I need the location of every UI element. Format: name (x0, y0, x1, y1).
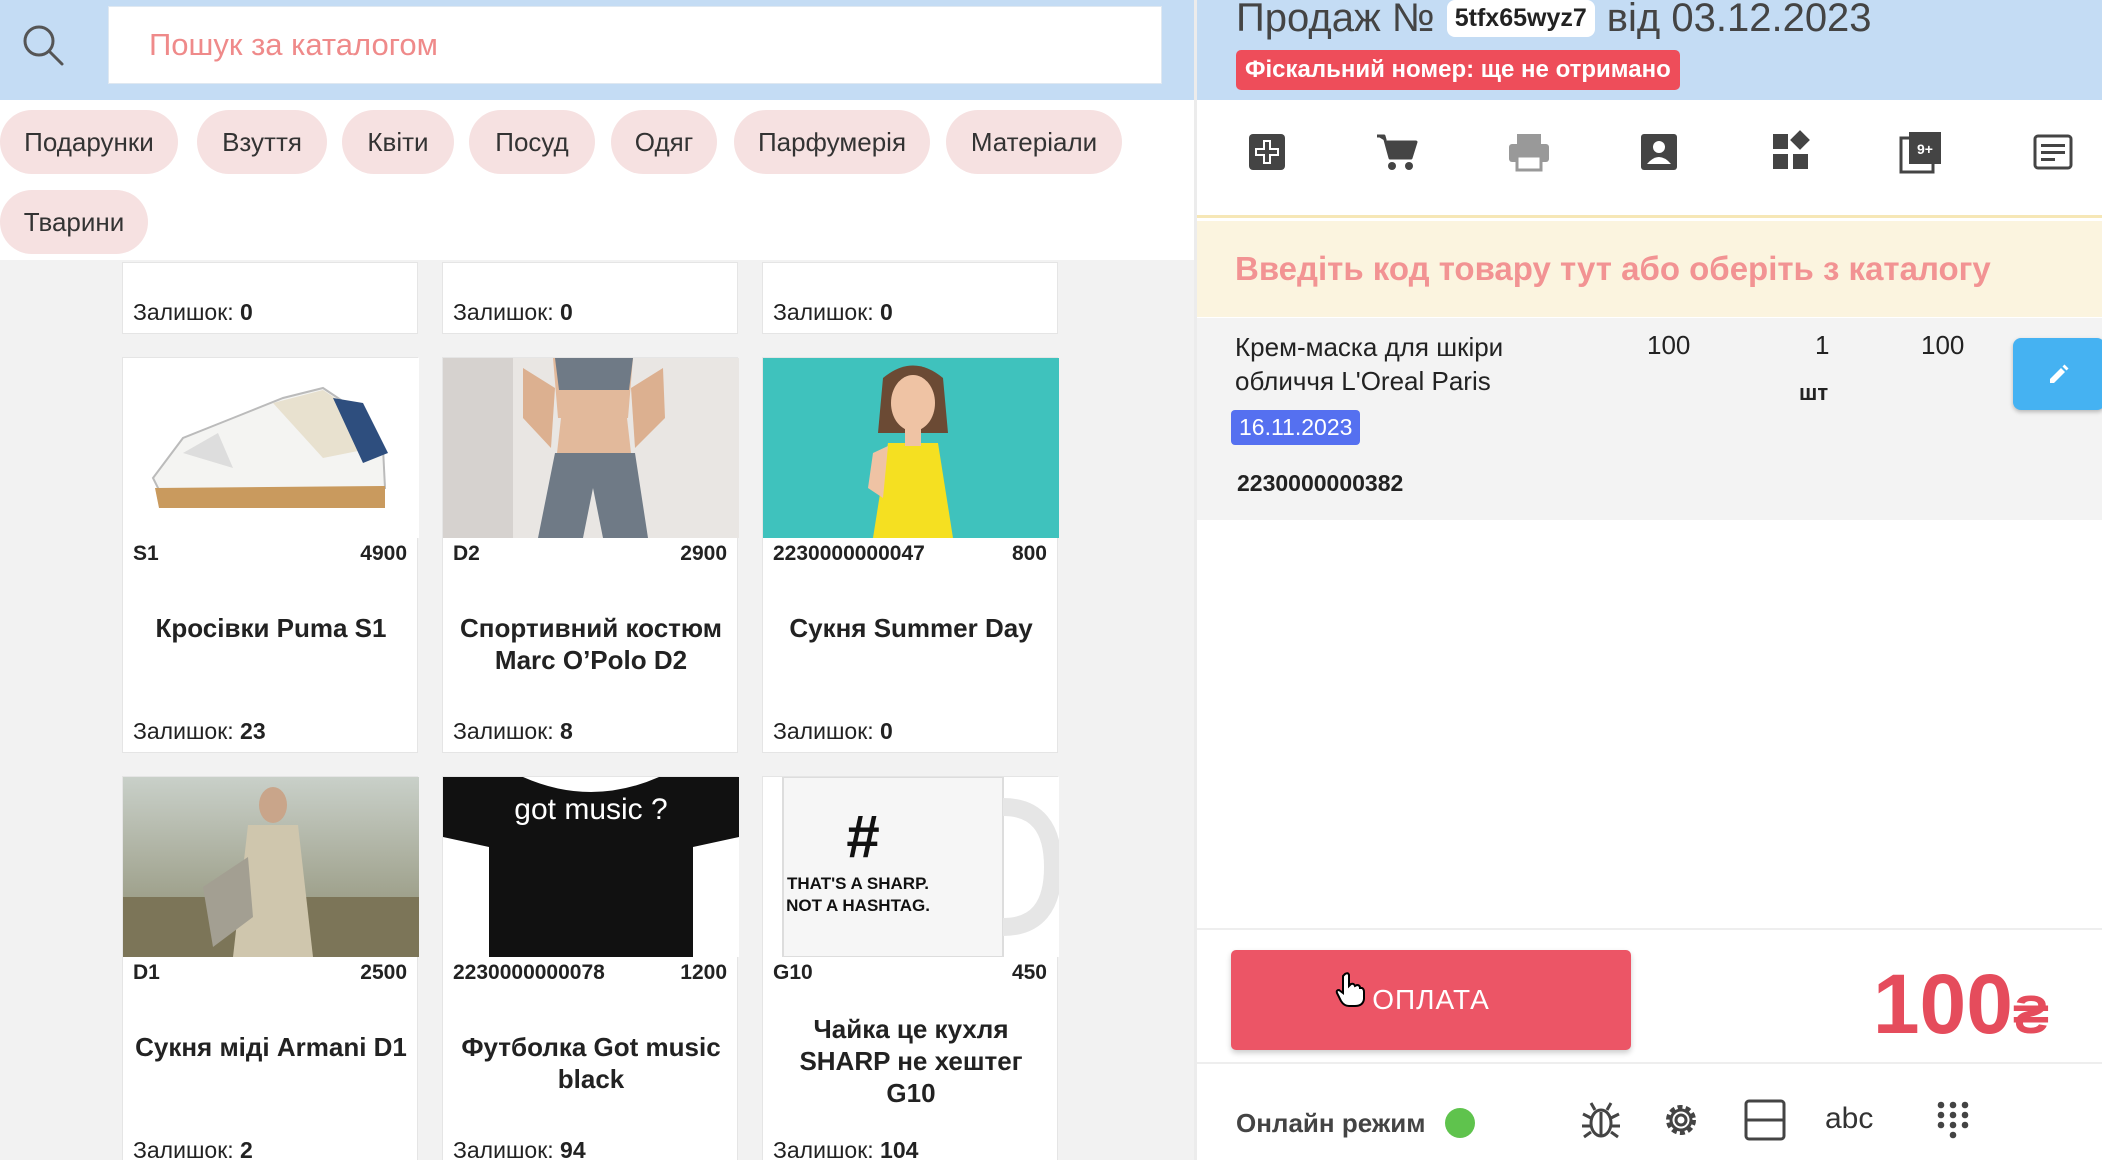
product-code: D2 (453, 542, 480, 565)
stock-text: Залишок: 8 (453, 718, 573, 744)
keypad-icon[interactable] (1931, 1098, 1975, 1142)
product-image-tshirt: got music ? (443, 777, 739, 957)
stock-text: Залишок: 0 (773, 718, 893, 744)
product-name: Кросівки Puma S1 (155, 613, 387, 643)
settings-icon[interactable] (1659, 1098, 1703, 1142)
product-price: 2900 (680, 542, 727, 565)
tshirt-print: got music ? (514, 793, 667, 826)
product-name: Чайка це кухля SHARP не хештег G10 (799, 1014, 1023, 1108)
contact-icon[interactable] (1637, 130, 1681, 174)
medical-box-icon[interactable] (1245, 130, 1289, 174)
cart-item-barcode: 2230000000382 (1237, 470, 1404, 496)
category-chip-shoes[interactable]: Взуття (197, 110, 327, 174)
product-image-summer-dress (763, 358, 1059, 538)
product-card[interactable]: S1 4900 Кросівки Puma S1 Залишок: 23 (122, 357, 419, 753)
product-price: 1200 (680, 961, 727, 984)
product-image-mug: # THAT'S A SHARP. NOT A HASHTAG. (763, 777, 1059, 957)
abc-icon[interactable]: abc (1825, 1102, 1873, 1136)
product-code: G10 (773, 961, 813, 984)
product-image-sport-suit (443, 358, 739, 538)
stock-text: Залишок: 0 (133, 299, 253, 325)
stock-text: Залишок: 0 (773, 299, 893, 325)
cart-item-qty: 1 (1815, 330, 1830, 360)
product-image-sneakers (123, 358, 419, 538)
product-card[interactable]: D2 2900 Спортивний костюм Marc O’Polo D2… (442, 357, 739, 753)
pay-button-label: ОПЛАТА (1372, 984, 1490, 1015)
cart-item-sum: 100 (1921, 330, 1965, 360)
sale-title: Продаж № 5tfx65wyz7 від 03.12.2023 (1236, 0, 1872, 41)
sale-panel: Продаж № 5tfx65wyz7 від 03.12.2023 Фіска… (1194, 0, 2102, 1160)
stock-text: Залишок: 104 (773, 1137, 919, 1160)
total-amount: 100₴ (1872, 957, 2049, 1051)
product-card[interactable]: # THAT'S A SHARP. NOT A HASHTAG. G10 450… (762, 776, 1059, 1160)
stock-text: Залишок: 23 (133, 718, 266, 744)
pencil-icon (2050, 364, 2069, 383)
category-chip-flowers[interactable]: Квіти (342, 110, 454, 174)
cart-icon[interactable] (1375, 130, 1419, 174)
product-name: Сукня Summer Day (789, 613, 1033, 643)
product-card[interactable]: Залишок: 0 (442, 262, 738, 334)
bug-icon[interactable] (1579, 1098, 1623, 1142)
product-card[interactable]: D1 2500 Сукня міді Armani D1 Залишок: 2 (122, 776, 419, 1160)
mug-line1: THAT'S A SHARP. (787, 874, 929, 893)
status-bar: Онлайн режим abc (1197, 1062, 2102, 1160)
search-bar: Пошук за каталогом (0, 0, 1194, 100)
product-card[interactable]: 2230000000047 800 Сукня Summer Day Залиш… (762, 357, 1059, 753)
pay-button[interactable]: ОПЛАТА (1231, 950, 1631, 1050)
hand-cursor-icon (1335, 972, 1365, 1007)
mug-line2: NOT A HASHTAG. (786, 896, 930, 915)
product-card[interactable]: Залишок: 0 (122, 262, 418, 334)
sale-date: від 03.12.2023 (1606, 0, 1872, 40)
gallery-icon[interactable]: 9+ (1899, 130, 1943, 174)
product-price: 450 (1011, 961, 1047, 984)
edit-item-button[interactable] (2013, 338, 2102, 410)
product-card[interactable]: got music ? 2230000000078 1200 Футболка … (442, 776, 739, 1160)
online-mode-label: Онлайн режим (1236, 1108, 1426, 1138)
widgets-icon[interactable] (1769, 130, 1813, 174)
cart-item-price: 100 (1647, 330, 1691, 360)
product-code: 2230000000047 (773, 542, 925, 565)
category-chip-dishes[interactable]: Посуд (469, 110, 595, 174)
layout-icon[interactable] (1743, 1098, 1787, 1142)
cart-item-row[interactable]: Крем-маска для шкіри обличчя L'Oreal Par… (1197, 318, 2102, 520)
catalog-panel: Пошук за каталогом Подарунки Взуття Квіт… (0, 0, 1194, 1160)
receipt-icon[interactable] (2031, 130, 2075, 174)
product-code-input[interactable]: Введіть код товару тут або оберіть з кат… (1197, 221, 2102, 317)
product-price: 4900 (360, 542, 407, 565)
product-price: 800 (1011, 542, 1047, 565)
printer-icon[interactable] (1507, 130, 1551, 174)
category-chip-animals[interactable]: Тварини (0, 190, 148, 254)
sale-id: 5tfx65wyz7 (1446, 0, 1595, 37)
category-chip-gifts[interactable]: Подарунки (0, 110, 178, 174)
stock-text: Залишок: 0 (453, 299, 573, 325)
sale-toolbar: 9+ (1197, 100, 2102, 218)
stock-text: Залишок: 2 (133, 1137, 253, 1160)
cart-item-date-badge: 16.11.2023 (1231, 410, 1361, 445)
svg-text:9+: 9+ (1917, 141, 1933, 157)
fiscal-status-badge: Фіскальний номер: ще не отримано (1236, 50, 1680, 90)
category-chip-materials[interactable]: Матеріали (946, 110, 1122, 174)
category-chip-clothes[interactable]: Одяг (611, 110, 717, 174)
product-code: 2230000000078 (453, 961, 605, 984)
category-chips: Подарунки Взуття Квіти Посуд Одяг Парфум… (0, 100, 1194, 260)
sale-header: Продаж № 5tfx65wyz7 від 03.12.2023 Фіска… (1197, 0, 2102, 100)
online-status-indicator (1445, 1108, 1475, 1138)
cart-item-name: Крем-маска для шкіри обличчя L'Oreal Par… (1235, 332, 1504, 396)
mug-hash: # (846, 803, 879, 870)
sale-prefix: Продаж № (1236, 0, 1435, 40)
product-name: Спортивний костюм Marc O’Polo D2 (460, 613, 722, 675)
product-price: 2500 (360, 961, 407, 984)
product-name: Футболка Got music black (461, 1032, 721, 1094)
product-card[interactable]: Залишок: 0 (762, 262, 1058, 334)
product-code: D1 (133, 961, 160, 984)
search-input[interactable]: Пошук за каталогом (108, 6, 1162, 84)
product-name: Сукня міді Armani D1 (135, 1032, 407, 1062)
cart-item-unit: шт (1799, 380, 1829, 405)
stock-text: Залишок: 94 (453, 1137, 586, 1160)
category-chip-perfume[interactable]: Парфумерія (734, 110, 930, 174)
product-image-midi-dress (123, 777, 419, 957)
payment-bar: ОПЛАТА 100₴ (1197, 928, 2102, 1062)
product-code: S1 (133, 542, 159, 565)
search-icon[interactable] (20, 22, 66, 68)
